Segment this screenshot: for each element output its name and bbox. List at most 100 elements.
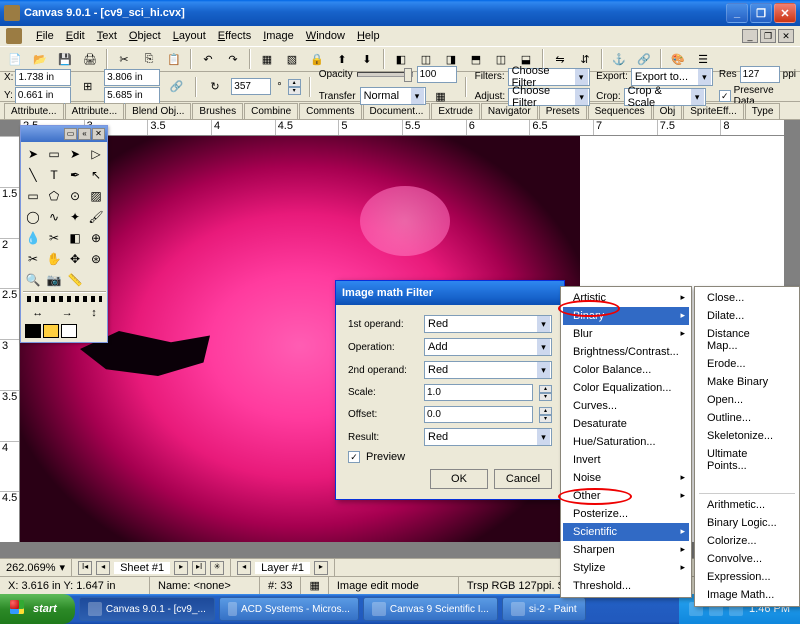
preview-checkbox[interactable]: ✓ (348, 451, 360, 463)
taskbar-item[interactable]: ACD Systems - Micros... (219, 597, 359, 621)
menu-item[interactable]: Colorize... (697, 532, 797, 550)
menu-item[interactable]: Curves... (563, 397, 689, 415)
swatch-white[interactable] (61, 324, 77, 338)
menu-item[interactable]: Stylize (563, 559, 689, 577)
new-icon[interactable]: 📄 (4, 48, 26, 70)
tab-item[interactable]: Document... (363, 103, 431, 119)
menu-image[interactable]: Image (257, 28, 300, 44)
zoom-tool[interactable]: 🔍 (23, 270, 43, 290)
nav-first[interactable]: I◂ (78, 561, 92, 575)
selection-tool[interactable]: ➤ (65, 144, 85, 164)
opacity-input[interactable] (417, 66, 457, 83)
x-input[interactable] (15, 69, 71, 86)
w-input[interactable] (104, 69, 160, 86)
wand-tool[interactable]: ✦ (65, 207, 85, 227)
tab-item[interactable]: Type (745, 103, 781, 119)
menu-item[interactable]: Noise (563, 469, 689, 487)
menu-item[interactable]: Convolve... (697, 550, 797, 568)
menu-item[interactable]: Invert (563, 451, 689, 469)
arrow-lr[interactable]: ↔ (32, 307, 43, 319)
arrow-r[interactable]: → (62, 307, 73, 319)
rotate-down[interactable]: ▾ (288, 87, 301, 95)
tab-item[interactable]: Attribute... (4, 103, 64, 119)
ellipse-tool[interactable]: ◯ (23, 207, 43, 227)
rect-tool[interactable]: ▭ (23, 186, 43, 206)
menu-item[interactable]: Sharpen (563, 541, 689, 559)
crop-tool[interactable]: ✂ (44, 228, 64, 248)
pen-tool[interactable]: ✒ (65, 165, 85, 185)
crop-select[interactable]: Crop & Scale (624, 88, 706, 106)
menu-item[interactable]: Binary (563, 307, 689, 325)
swatch-black[interactable] (25, 324, 41, 338)
pointer-tool[interactable]: ➤ (23, 144, 43, 164)
menu-edit[interactable]: Edit (60, 28, 91, 44)
tab-item[interactable]: Combine (244, 103, 298, 119)
toolbox-close[interactable]: ✕ (92, 128, 105, 140)
menu-item[interactable]: Binary Logic... (697, 514, 797, 532)
lasso-tool[interactable]: ⊙ (65, 186, 85, 206)
dimensions-icon[interactable]: ⊞ (77, 76, 98, 98)
brush-tool[interactable]: 🖌 (86, 207, 106, 227)
menu-item[interactable]: Skeletonize... (697, 427, 797, 445)
oper-select[interactable]: Add (424, 338, 552, 356)
menu-item[interactable]: Make Binary (697, 373, 797, 391)
scale-input[interactable] (424, 384, 533, 401)
marquee-tool[interactable]: ▭ (44, 144, 64, 164)
ok-button[interactable]: OK (430, 469, 488, 489)
menu-item[interactable]: Image Math... (697, 586, 797, 604)
nav-prev[interactable]: ◂ (96, 561, 110, 575)
menu-item[interactable]: Threshold... (563, 577, 689, 595)
export-select[interactable]: Export to... (631, 68, 713, 86)
op1-select[interactable]: Red (424, 315, 552, 333)
menu-item[interactable]: Arithmetic... (697, 496, 797, 514)
menu-object[interactable]: Object (123, 28, 167, 44)
y-input[interactable] (15, 87, 71, 104)
close-button[interactable]: ✕ (774, 3, 796, 23)
cancel-button[interactable]: Cancel (494, 469, 552, 489)
tab-item[interactable]: Brushes (192, 103, 243, 119)
tab-item[interactable]: Blend Obj... (125, 103, 191, 119)
menu-item[interactable]: Brightness/Contrast... (563, 343, 689, 361)
result-select[interactable]: Red (424, 428, 552, 446)
curve-tool[interactable]: ∿ (44, 207, 64, 227)
menu-item[interactable]: Distance Map... (697, 325, 797, 355)
open-icon[interactable]: 📂 (29, 48, 51, 70)
eyedrop-tool[interactable]: 💧 (23, 228, 43, 248)
menu-item[interactable]: Outline... (697, 409, 797, 427)
zoom-dropdown-icon[interactable]: ▾ (60, 561, 66, 574)
measure-tool[interactable]: 📏 (65, 270, 85, 290)
copy-icon[interactable]: ⎘ (138, 48, 160, 70)
swatch-yellow[interactable] (43, 324, 59, 338)
nav-add[interactable]: ✳ (210, 561, 224, 575)
nav-last[interactable]: ▸I (192, 561, 206, 575)
paste-icon[interactable]: 📋 (163, 48, 185, 70)
blank-tool[interactable] (86, 270, 106, 290)
res-input[interactable] (740, 66, 780, 83)
polygon-tool[interactable]: ⬠ (44, 186, 64, 206)
start-button[interactable]: start (0, 594, 75, 624)
mdi-minimize[interactable]: _ (742, 29, 758, 43)
save-icon[interactable]: 💾 (54, 48, 76, 70)
taskbar-item[interactable]: Canvas 9.0.1 - [cv9_... (79, 597, 215, 621)
layer-name[interactable]: Layer #1 (255, 562, 310, 574)
cut-icon[interactable]: ✂ (113, 48, 135, 70)
stamp-tool[interactable]: ⊛ (86, 249, 106, 269)
menu-item[interactable]: Scientific (563, 523, 689, 541)
line-style[interactable] (27, 296, 102, 302)
scissors-tool[interactable]: ✂ (23, 249, 43, 269)
node-tool[interactable]: ↖ (86, 165, 106, 185)
preserve-checkbox[interactable]: ✓ (719, 90, 731, 102)
sheet-name[interactable]: Sheet #1 (114, 562, 170, 574)
menu-item[interactable]: Blur (563, 325, 689, 343)
group-icon[interactable]: ▦ (256, 48, 278, 70)
menu-text[interactable]: Text (91, 28, 123, 44)
filters-select[interactable]: Choose Filter (508, 68, 590, 86)
camera-tool[interactable]: 📷 (44, 270, 64, 290)
menu-file[interactable]: File (30, 28, 60, 44)
mdi-close[interactable]: ✕ (778, 29, 794, 43)
lock-ratio-icon[interactable]: 🔗 (166, 76, 187, 98)
menu-item[interactable]: Color Balance... (563, 361, 689, 379)
menu-layout[interactable]: Layout (167, 28, 212, 44)
rotate-input[interactable] (231, 78, 271, 95)
offset-input[interactable] (424, 406, 533, 423)
